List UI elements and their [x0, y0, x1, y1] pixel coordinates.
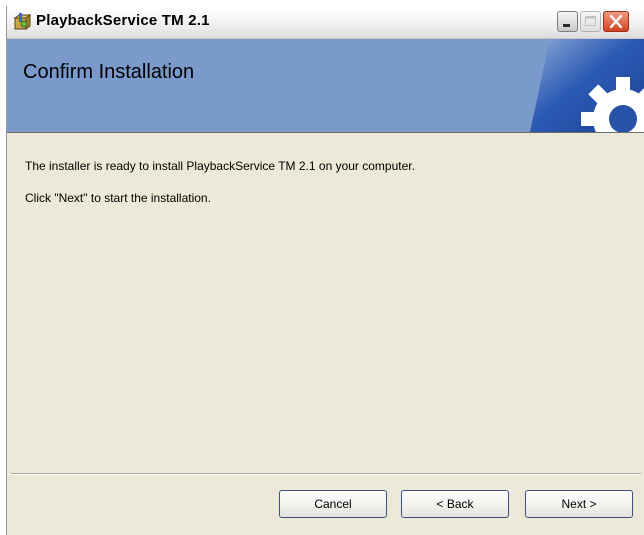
- content-area: The installer is ready to install Playba…: [7, 133, 644, 473]
- ready-message: The installer is ready to install Playba…: [25, 159, 415, 173]
- installer-window: PlaybackService TM 2.1 Confirm Installat…: [6, 6, 644, 535]
- cancel-button[interactable]: Cancel: [279, 490, 387, 518]
- page-title: Confirm Installation: [23, 61, 195, 83]
- back-button[interactable]: < Back: [401, 490, 509, 518]
- installer-package-icon: [13, 13, 32, 31]
- window-title: PlaybackService TM 2.1: [36, 12, 210, 29]
- gear-icon: [530, 39, 644, 132]
- maximize-icon: [585, 16, 596, 26]
- minimize-button[interactable]: [557, 11, 578, 32]
- footer-divider: [11, 473, 641, 475]
- close-button[interactable]: [603, 11, 629, 32]
- header-banner: Confirm Installation: [7, 39, 644, 133]
- next-button[interactable]: Next >: [525, 490, 633, 518]
- close-icon: [609, 14, 623, 29]
- minimize-icon: [563, 24, 570, 27]
- maximize-button[interactable]: [580, 11, 601, 32]
- instruction-message: Click "Next" to start the installation.: [25, 191, 211, 205]
- title-bar[interactable]: PlaybackService TM 2.1: [7, 6, 644, 39]
